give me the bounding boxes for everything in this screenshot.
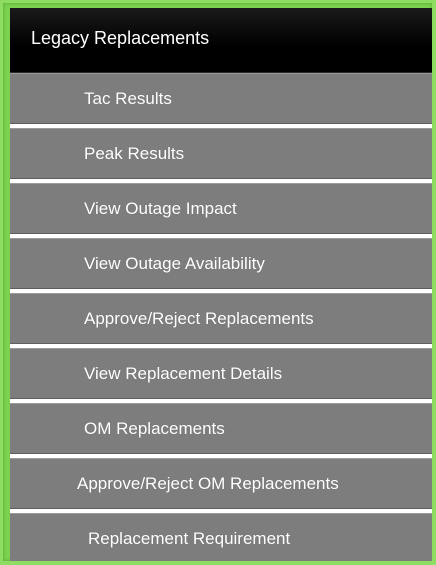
menu-item-replacement-requirement[interactable]: Replacement Requirement	[10, 513, 432, 561]
menu-item-view-outage-impact[interactable]: View Outage Impact	[10, 183, 432, 234]
menu-item-om-replacements[interactable]: OM Replacements	[10, 403, 432, 454]
menu-item-view-outage-availability[interactable]: View Outage Availability	[10, 238, 432, 289]
menu-header[interactable]: Legacy Replacements	[10, 8, 432, 73]
menu-item-view-replacement-details[interactable]: View Replacement Details	[10, 348, 432, 399]
menu-item-tac-results[interactable]: Tac Results	[10, 73, 432, 124]
menu-item-approve-reject-om-replacements[interactable]: Approve/Reject OM Replacements	[10, 458, 432, 509]
legacy-replacements-menu: Legacy Replacements Tac Results Peak Res…	[0, 0, 436, 565]
menu-items: Tac Results Peak Results View Outage Imp…	[10, 73, 432, 561]
menu-item-approve-reject-replacements[interactable]: Approve/Reject Replacements	[10, 293, 432, 344]
menu-item-peak-results[interactable]: Peak Results	[10, 128, 432, 179]
